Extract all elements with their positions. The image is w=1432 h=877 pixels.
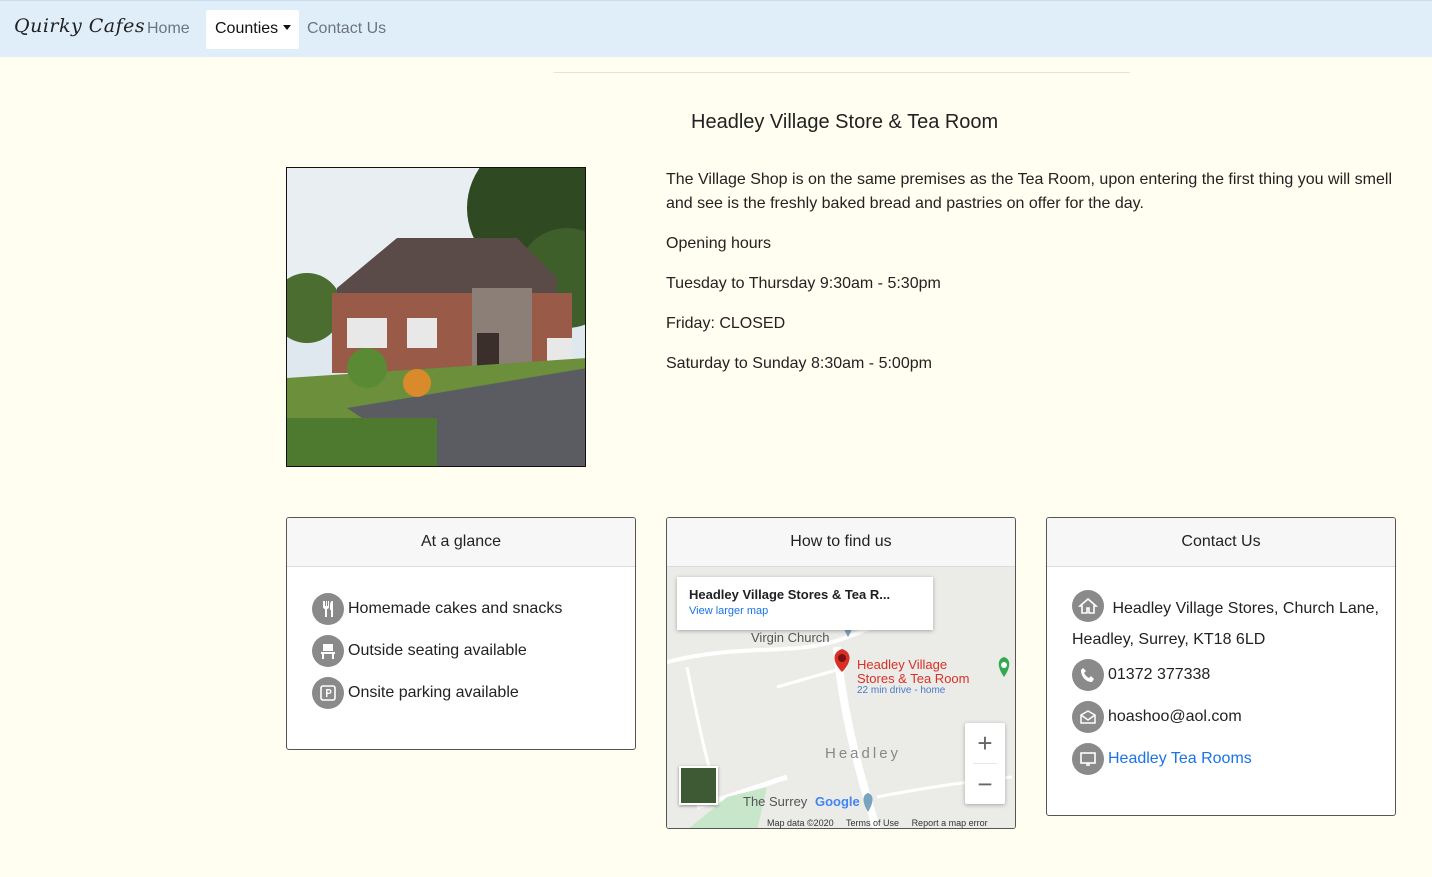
hours-line: Tuesday to Thursday 9:30am - 5:30pm [666,275,941,292]
email-address[interactable]: hoashoo@aol.com [1108,708,1242,726]
glance-item: Outside seating available [312,635,527,667]
nav-counties-label: Counties [215,20,279,37]
description: The Village Shop is on the same premises… [666,168,1406,392]
glance-item-text: Onsite parking available [348,684,519,701]
divider [554,72,1130,73]
map-heading: How to find us [667,518,1015,567]
phone-number[interactable]: 01372 377338 [1108,666,1210,684]
map-label-town: Headley [825,745,902,762]
envelope-icon [1072,701,1104,733]
map-place-title: Headley Village Stores & Tea R... [689,587,891,602]
contact-card: Contact Us Headley Village Stores, Churc… [1046,517,1396,816]
embedded-map[interactable]: Headley Village Stores & Tea R... View l… [667,567,1015,828]
glance-heading: At a glance [287,518,635,567]
hours-line: Friday: CLOSED [666,315,786,332]
map-pin-label-line2: Stores & Tea Room [857,671,970,686]
glance-item: Homemade cakes and snacks [312,593,562,625]
satellite-toggle[interactable] [679,766,718,805]
google-logo: Google [815,794,860,809]
map-label-church: Virgin Church [751,630,830,645]
monitor-icon [1072,743,1104,775]
nav-counties-dropdown[interactable]: Counties [206,10,299,49]
map-data-text: Map data ©2020 [767,818,834,828]
glance-card: At a glance Homemade cakes and snacks Ou… [286,517,636,750]
map-pin-label-line1: Headley Village [857,657,948,672]
report-error-link[interactable]: Report a map error [912,818,988,828]
map-pin-label[interactable]: Headley Village Stores & Tea Room [857,658,969,686]
contact-email-row: hoashoo@aol.com [1072,701,1242,733]
cutlery-icon [312,593,344,625]
page-title: Headley Village Store & Tea Room [691,111,999,133]
navbar: Quirky Cafes Home Counties Contact Us [0,0,1432,57]
map-footer: Map data ©2020 Terms of Use Report a map… [767,818,998,828]
parking-icon [312,677,344,709]
phone-icon [1072,659,1104,691]
nav-contact[interactable]: Contact Us [307,20,386,38]
hours-line: Saturday to Sunday 8:30am - 5:00pm [666,355,932,372]
address-line-1: Headley Village Stores, Church Lane, [1112,600,1379,617]
website-link[interactable]: Headley Tea Rooms [1108,750,1252,768]
hours-heading: Opening hours [666,235,771,252]
nav-home[interactable]: Home [147,20,190,38]
cafe-photo [286,167,586,467]
glance-item-text: Outside seating available [348,642,527,659]
zoom-in-button[interactable]: + [965,723,1005,763]
zoom-controls: + − [965,723,1005,804]
contact-phone-row: 01372 377338 [1072,659,1210,691]
contact-website-row: Headley Tea Rooms [1072,743,1252,775]
address-line-2: Headley, Surrey, KT18 6LD [1072,631,1266,648]
description-intro: The Village Shop is on the same premises… [666,171,1393,212]
caret-down-icon [283,24,292,30]
view-larger-map-link[interactable]: View larger map [689,605,921,617]
map-pin-drive-time: 22 min drive - home [857,685,946,696]
terms-link[interactable]: Terms of Use [846,818,899,828]
map-label-surrey: The Surrey [743,794,808,809]
bench-icon [312,635,344,667]
glance-item: Onsite parking available [312,677,519,709]
map-place-card: Headley Village Stores & Tea R... View l… [677,577,933,630]
contact-address: Headley Village Stores, Church Lane, Hea… [1072,589,1382,655]
zoom-out-button[interactable]: − [965,764,1005,804]
contact-heading: Contact Us [1047,518,1395,567]
glance-item-text: Homemade cakes and snacks [348,600,563,617]
brand-logo[interactable]: Quirky Cafes [14,15,145,37]
map-card: How to find us Headley Village Stores & … [666,517,1016,829]
home-icon [1072,589,1104,622]
